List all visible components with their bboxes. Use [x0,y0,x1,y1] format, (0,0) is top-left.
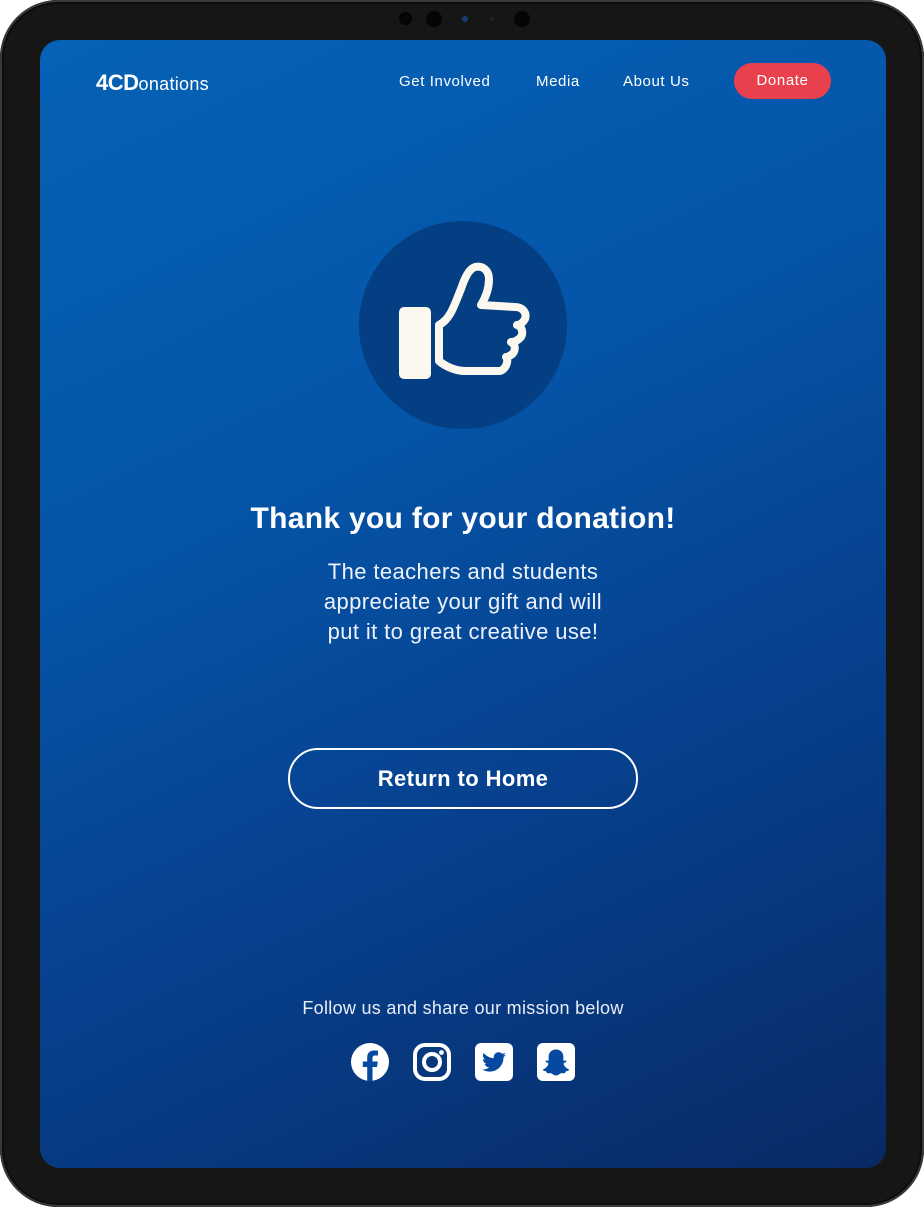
screen: 4CDonations Get Involved Media About Us … [40,40,886,1168]
logo-rest: onations [138,74,209,94]
logo[interactable]: 4CDonations [96,70,209,96]
sensor-dot [490,17,494,21]
message-line: put it to great creative use! [327,619,599,644]
logo-strong: 4CD [96,70,139,95]
nav-link-about-us[interactable]: About Us [623,73,690,90]
top-nav: 4CDonations Get Involved Media About Us … [40,40,886,124]
nav-link-media[interactable]: Media [536,73,580,90]
tablet-frame: 4CDonations Get Involved Media About Us … [0,0,924,1207]
camera-bar [0,9,924,29]
message-line: appreciate your gift and will [323,589,603,614]
sensor-dot [399,12,412,25]
snapchat-icon[interactable] [536,1042,576,1082]
facebook-icon[interactable] [350,1042,390,1082]
thumbs-up-badge [359,221,567,429]
donate-button[interactable]: Donate [734,63,831,99]
return-home-button[interactable]: Return to Home [288,748,638,809]
page-title: Thank you for your donation! [250,502,676,535]
follow-text: Follow us and share our mission below [302,998,624,1018]
sensor-dot [426,11,442,27]
twitter-icon[interactable] [474,1042,514,1082]
sensor-dot [514,11,530,27]
thank-you-message: The teachers and students appreciate you… [40,557,886,647]
message-line: The teachers and students [327,559,599,584]
instagram-icon[interactable] [412,1042,452,1082]
camera-lens [462,16,468,22]
nav-link-get-involved[interactable]: Get Involved [399,73,490,90]
thumbs-up-icon [399,262,530,379]
